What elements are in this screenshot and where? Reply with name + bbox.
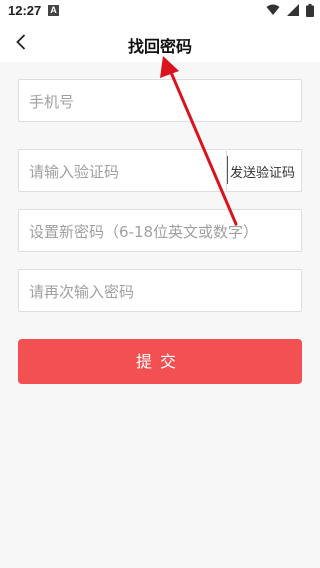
page-title: 找回密码	[127, 37, 192, 56]
confirm-password-input[interactable]: 请再次输入密码	[18, 269, 302, 312]
header: 找回密码	[0, 22, 320, 62]
confirm-password-placeholder: 请再次输入密码	[29, 283, 135, 301]
status-bar: 12:27 A	[0, 0, 320, 22]
status-time: 12:27	[8, 3, 42, 18]
signal-icon	[286, 4, 299, 16]
verification-code-input[interactable]: 请输入验证码	[18, 149, 227, 192]
phone-placeholder: 手机号	[29, 93, 75, 111]
code-placeholder: 请输入验证码	[29, 163, 120, 181]
send-code-label: 发送验证码	[230, 166, 296, 181]
wifi-icon	[266, 4, 280, 15]
status-icons	[263, 4, 314, 18]
send-code-button[interactable]: 发送验证码	[227, 149, 302, 192]
divider	[227, 156, 228, 184]
new-password-placeholder: 设置新密码（6-18位英文或数字）	[29, 223, 259, 241]
new-password-input[interactable]: 设置新密码（6-18位英文或数字）	[18, 209, 302, 252]
notification-icon: A	[48, 5, 59, 16]
submit-button[interactable]: 提交	[18, 339, 302, 384]
battery-icon	[306, 4, 314, 17]
phone-input[interactable]: 手机号	[18, 79, 302, 122]
